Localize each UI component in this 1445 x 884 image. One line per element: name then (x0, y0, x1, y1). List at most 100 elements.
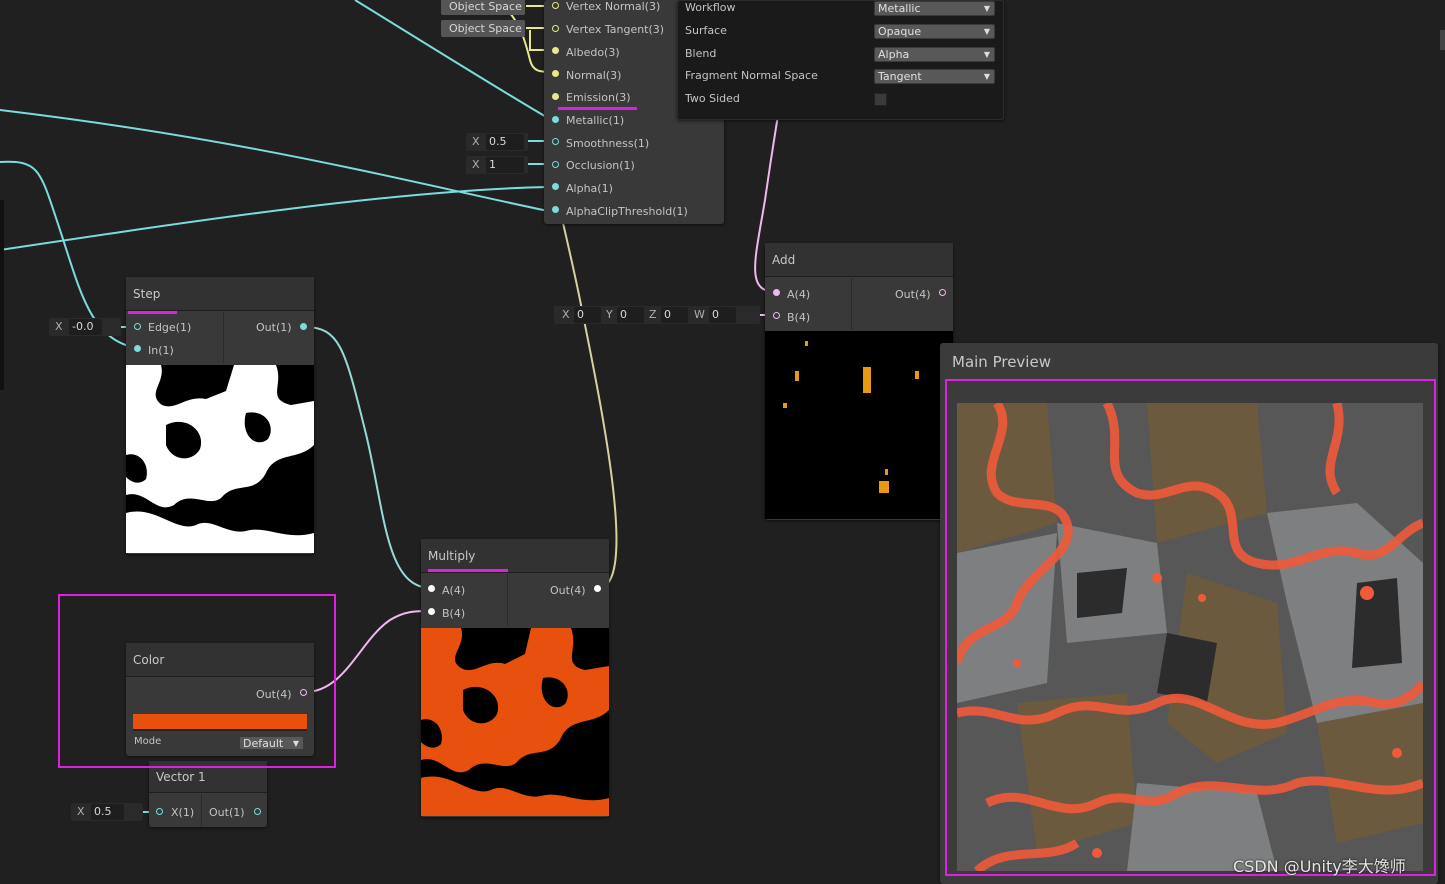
main-preview-title: Main Preview (952, 353, 1051, 371)
step-in-port[interactable] (134, 345, 141, 352)
vector1-out-port[interactable] (254, 808, 261, 815)
add-node[interactable]: Add A(4) B(4) Out(4) (765, 243, 953, 520)
vertex-tangent-port[interactable] (552, 25, 559, 32)
smoothness-port[interactable] (552, 138, 559, 145)
two-sided-label: Two Sided (685, 92, 740, 105)
step-out-port[interactable] (300, 323, 307, 330)
surface-label: Surface (685, 24, 727, 37)
multiply-out-port[interactable] (594, 585, 601, 592)
add-out-port[interactable] (939, 289, 946, 296)
step-edge-label: Edge(1) (148, 321, 192, 334)
blend-label: Blend (685, 47, 717, 60)
vector1-x-axis: X (77, 805, 85, 818)
occlusion-value[interactable]: 1 (486, 157, 524, 173)
step-edge-field[interactable]: X -0.0 (49, 318, 121, 336)
vertex-normal-port[interactable] (552, 2, 559, 9)
add-speck-7 (805, 341, 808, 346)
smoothness-value[interactable]: 0.5 (486, 134, 524, 150)
fragment-normal-space-value: Tangent (878, 70, 922, 83)
add-b-label: B(4) (787, 311, 811, 324)
step-in-label: In(1) (148, 344, 174, 357)
smoothness-label: Smoothness(1) (566, 137, 650, 150)
step-out-label: Out(1) (256, 321, 292, 334)
multiply-preview (421, 628, 609, 816)
add-speck-4 (783, 403, 787, 408)
occlusion-port[interactable] (552, 161, 559, 168)
add-b-y-value[interactable]: 0 (617, 307, 644, 323)
metallic-label: Metallic(1) (566, 114, 625, 127)
add-b-vector-field[interactable]: X 0 Y 0 Z 0 W 0 (554, 306, 760, 324)
add-b-port[interactable] (773, 312, 780, 319)
vertex-tangent-space-button[interactable]: Object Space (441, 20, 525, 37)
emission-port[interactable] (552, 93, 559, 100)
vertex-normal-label: Vertex Normal(3) (566, 0, 661, 13)
vector1-out-label: Out(1) (209, 806, 245, 819)
add-b-x-value[interactable]: 0 (574, 307, 601, 323)
add-b-y-axis: Y (606, 308, 613, 321)
multiply-a-port[interactable] (428, 585, 435, 592)
multiply-a-label: A(4) (442, 584, 466, 597)
step-node[interactable]: Step Edge(1) In(1) Out(1) (126, 277, 314, 554)
smoothness-field[interactable]: X 0.5 (466, 133, 528, 151)
left-edge-panel (0, 200, 4, 390)
occlusion-axis: X (472, 158, 480, 171)
multiply-out-label: Out(4) (550, 584, 586, 597)
master-settings-panel: Workflow Metallic ▼ Surface Opaque ▼ Blend… (677, 0, 1004, 120)
wire-cyan-1 (354, 0, 549, 119)
vertex-tangent-label: Vertex Tangent(3) (566, 23, 665, 36)
step-edge-port[interactable] (134, 323, 141, 330)
mult-blob-2 (421, 776, 609, 816)
watermark: CSDN @Unity李大馋师 (1233, 857, 1406, 876)
mult-blob-1 (421, 628, 609, 773)
multiply-b-port[interactable] (428, 608, 435, 615)
vector1-x-field[interactable]: X 0.5 (71, 803, 143, 821)
normal-label: Normal(3) (566, 69, 622, 82)
surface-dropdown[interactable]: Opaque ▼ (874, 24, 995, 39)
add-speck-6 (885, 469, 888, 475)
chevron-down-icon: ▼ (983, 27, 990, 36)
step-preview (126, 365, 314, 553)
add-b-w-value[interactable]: 0 (709, 307, 736, 323)
add-speck-3 (915, 371, 919, 379)
step-node-title: Step (126, 277, 314, 311)
two-sided-checkbox[interactable] (874, 93, 887, 106)
chevron-down-icon: ▼ (983, 4, 990, 13)
vector1-node[interactable]: Vector 1 X(1) Out(1) (149, 761, 267, 827)
add-out-label: Out(4) (895, 288, 931, 301)
chevron-down-icon: ▼ (983, 72, 990, 81)
color-node-highlight-box (58, 594, 336, 768)
albedo-port[interactable] (552, 47, 559, 54)
surface-value: Opaque (878, 25, 922, 38)
add-speck-5 (879, 481, 889, 493)
right-edge-sliver (1440, 30, 1445, 50)
wire-cyan-3 (0, 186, 549, 251)
blend-value: Alpha (878, 48, 910, 61)
normal-port[interactable] (552, 70, 559, 77)
chevron-down-icon: ▼ (983, 50, 990, 59)
fragment-normal-space-dropdown[interactable]: Tangent ▼ (874, 69, 995, 84)
alpha-clip-port[interactable] (552, 206, 559, 213)
workflow-dropdown[interactable]: Metallic ▼ (874, 1, 995, 16)
step-edge-axis: X (55, 320, 63, 333)
vertex-normal-space-button[interactable]: Object Space (441, 0, 525, 15)
step-highlight (128, 311, 177, 314)
emission-highlight (558, 107, 637, 110)
add-b-w-axis: W (694, 308, 705, 321)
blend-dropdown[interactable]: Alpha ▼ (874, 47, 995, 62)
vector1-x-label: X(1) (171, 806, 195, 819)
add-speck-2 (795, 371, 799, 381)
occlusion-field[interactable]: X 1 (466, 156, 528, 174)
add-b-z-value[interactable]: 0 (661, 307, 688, 323)
add-node-title: Add (765, 243, 953, 277)
alpha-port[interactable] (552, 183, 559, 190)
fragment-normal-space-label: Fragment Normal Space (685, 69, 818, 82)
add-a-port[interactable] (773, 289, 780, 296)
occlusion-label: Occlusion(1) (566, 159, 635, 172)
multiply-node[interactable]: Multiply A(4) B(4) Out(4) (421, 539, 609, 817)
vector1-x-port[interactable] (156, 808, 163, 815)
metallic-port[interactable] (552, 116, 559, 123)
step-edge-value[interactable]: -0.0 (69, 319, 102, 335)
vector1-x-value[interactable]: 0.5 (91, 804, 124, 820)
main-preview-panel[interactable]: Main Preview (940, 343, 1438, 884)
workflow-value: Metallic (878, 2, 921, 15)
